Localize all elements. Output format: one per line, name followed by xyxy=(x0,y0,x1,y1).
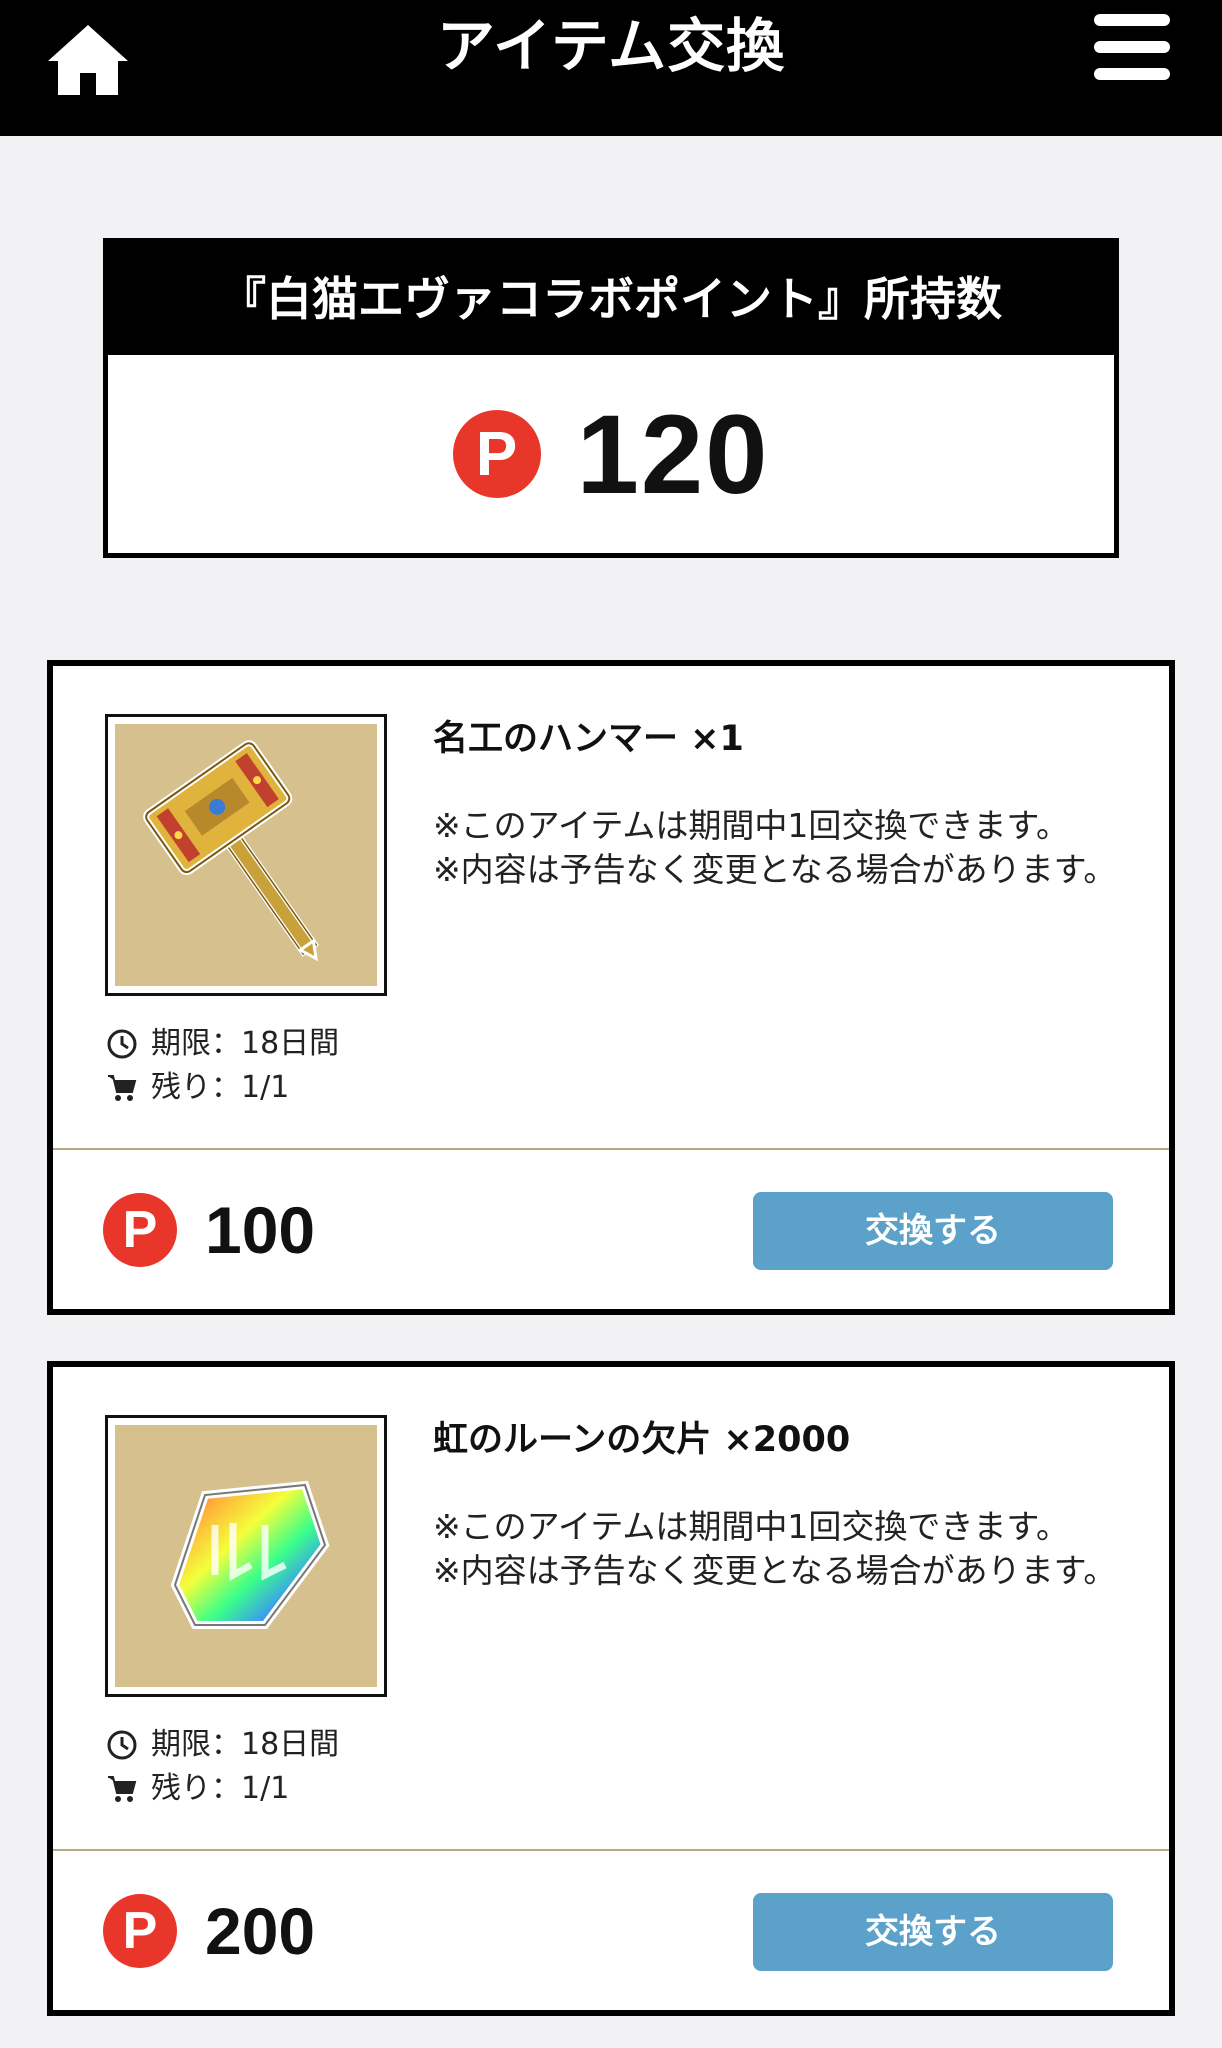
item-info: 虹のルーンの欠片 ×2000 ※このアイテムは期間中1回交換できます。 ※内容は… xyxy=(433,1415,1133,1593)
item-price-value: 200 xyxy=(205,1894,316,1968)
points-value: 120 xyxy=(576,391,770,517)
exchange-item-card: 期限：18日間 残り：1/1 名工のハンマー ×1 ※このアイテムは期間中1回交… xyxy=(47,660,1175,1315)
hamburger-menu-bar xyxy=(1094,68,1170,80)
item-period: 期限：18日間 xyxy=(151,1727,340,1762)
exchange-button[interactable]: 交換する xyxy=(753,1893,1113,1971)
item-price: P 200 xyxy=(103,1893,315,1969)
points-value-row: P 120 xyxy=(108,355,1114,553)
item-price-value: 100 xyxy=(205,1193,316,1267)
card-divider xyxy=(53,1148,1169,1150)
point-coin-icon: P xyxy=(103,1193,177,1267)
point-coin-icon: P xyxy=(103,1894,177,1968)
item-thumbnail xyxy=(105,1415,387,1697)
item-price: P 100 xyxy=(103,1192,315,1268)
item-remaining: 残り：1/1 xyxy=(151,1070,290,1105)
item-meta: 期限：18日間 残り：1/1 xyxy=(105,1723,339,1811)
cart-icon xyxy=(105,1772,139,1806)
item-meta: 期限：18日間 残り：1/1 xyxy=(105,1022,339,1110)
clock-icon xyxy=(105,1027,139,1061)
hamburger-menu-button[interactable] xyxy=(1094,14,1170,80)
clock-icon xyxy=(105,1728,139,1762)
exchange-button[interactable]: 交換する xyxy=(753,1192,1113,1270)
cart-icon xyxy=(105,1071,139,1105)
card-divider xyxy=(53,1849,1169,1851)
item-remaining: 残り：1/1 xyxy=(151,1771,290,1806)
app-header: アイテム交換 xyxy=(0,0,1222,136)
rainbow-rune-shard-image xyxy=(115,1425,377,1687)
item-thumbnail xyxy=(105,714,387,996)
points-balance-panel: 『白猫エヴァコラボポイント』所持数 P 120 xyxy=(103,238,1119,558)
point-coin-icon: P xyxy=(452,410,541,498)
hamburger-menu-icon xyxy=(1094,14,1170,26)
golden-hammer-image xyxy=(115,724,377,986)
item-info: 名工のハンマー ×1 ※このアイテムは期間中1回交換できます。 ※内容は予告なく… xyxy=(433,714,1133,892)
item-note: ※このアイテムは期間中1回交換できます。 ※内容は予告なく変更となる場合がありま… xyxy=(433,806,1117,889)
item-note: ※このアイテムは期間中1回交換できます。 ※内容は予告なく変更となる場合がありま… xyxy=(433,1507,1117,1590)
points-heading: 『白猫エヴァコラボポイント』所持数 xyxy=(108,243,1114,355)
page-title: アイテム交換 xyxy=(436,12,786,80)
item-name: 虹のルーンの欠片 ×2000 xyxy=(433,1420,851,1460)
item-period: 期限：18日間 xyxy=(151,1026,340,1061)
hamburger-menu-bar xyxy=(1094,41,1170,53)
item-name: 名工のハンマー ×1 xyxy=(433,719,744,759)
exchange-item-card: 期限：18日間 残り：1/1 虹のルーンの欠片 ×2000 ※このアイテムは期間… xyxy=(47,1361,1175,2016)
